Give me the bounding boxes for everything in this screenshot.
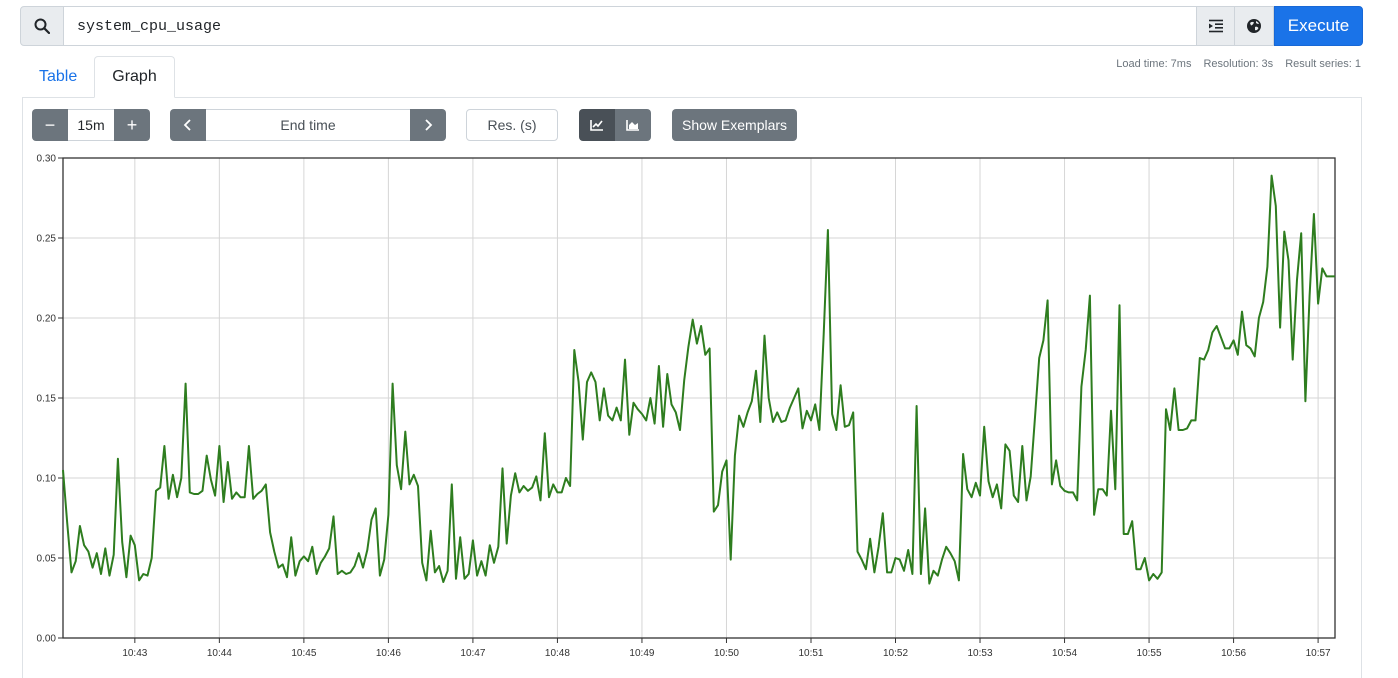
range-input[interactable]: 15m [68, 109, 114, 141]
x-tick-label: 10:51 [798, 648, 823, 659]
metrics-explorer-icon[interactable] [1235, 6, 1274, 46]
x-tick-label: 10:43 [122, 648, 147, 659]
stacked-area-button[interactable] [615, 109, 651, 141]
graph-controls: − 15m + End time Res. (s) Show Exemplars [32, 109, 798, 141]
y-tick-label: 0.25 [37, 234, 57, 245]
query-stats: Load time: 7ms Resolution: 3s Result ser… [1116, 58, 1361, 70]
query-bar: system_cpu_usage Execute [20, 6, 1363, 46]
x-tick-label: 10:52 [883, 648, 908, 659]
tab-table[interactable]: Table [22, 56, 94, 98]
y-tick-label: 0.15 [37, 394, 57, 405]
x-tick-label: 10:56 [1221, 648, 1246, 659]
x-tick-label: 10:54 [1052, 648, 1077, 659]
chevron-right-icon [425, 119, 433, 131]
x-tick-label: 10:44 [207, 648, 232, 659]
area-chart-icon [626, 120, 639, 131]
x-tick-label: 10:47 [460, 648, 485, 659]
expression-input[interactable]: system_cpu_usage [64, 6, 1196, 46]
x-tick-label: 10:55 [1137, 648, 1162, 659]
result-series-count: Result series: 1 [1285, 58, 1361, 70]
execute-button[interactable]: Execute [1274, 6, 1363, 46]
unstacked-line-button[interactable] [579, 109, 615, 141]
chevron-left-icon [183, 119, 191, 131]
x-tick-label: 10:49 [629, 648, 654, 659]
x-tick-label: 10:48 [545, 648, 570, 659]
search-icon[interactable] [20, 6, 64, 46]
format-expression-icon[interactable] [1196, 6, 1235, 46]
previous-time-button[interactable] [170, 109, 206, 141]
load-time: Load time: 7ms [1116, 58, 1192, 70]
resolution-stat: Resolution: 3s [1203, 58, 1274, 70]
end-time-input[interactable]: End time [206, 109, 410, 141]
decrease-range-button[interactable]: − [32, 109, 68, 141]
x-tick-label: 10:50 [714, 648, 739, 659]
show-exemplars-button[interactable]: Show Exemplars [672, 109, 798, 141]
y-tick-label: 0.20 [37, 314, 57, 325]
y-tick-label: 0.05 [37, 554, 57, 565]
y-tick-label: 0.10 [37, 474, 57, 485]
resolution-input[interactable]: Res. (s) [466, 109, 558, 141]
next-time-button[interactable] [410, 109, 446, 141]
x-tick-label: 10:53 [968, 648, 993, 659]
y-tick-label: 0.00 [37, 634, 57, 645]
cpu-usage-chart[interactable]: 0.00 0.05 0.10 0.15 0.20 0.25 0.30 10:43 10:44 1… [0, 145, 1398, 665]
y-tick-label: 0.30 [37, 154, 57, 165]
increase-range-button[interactable]: + [114, 109, 150, 141]
tab-graph[interactable]: Graph [94, 56, 175, 98]
x-tick-label: 10:45 [291, 648, 316, 659]
view-tabs: Table Graph [22, 56, 175, 98]
x-tick-label: 10:57 [1306, 648, 1331, 659]
x-tick-label: 10:46 [376, 648, 401, 659]
line-chart-icon [590, 120, 603, 131]
series-line[interactable] [62, 174, 1335, 585]
